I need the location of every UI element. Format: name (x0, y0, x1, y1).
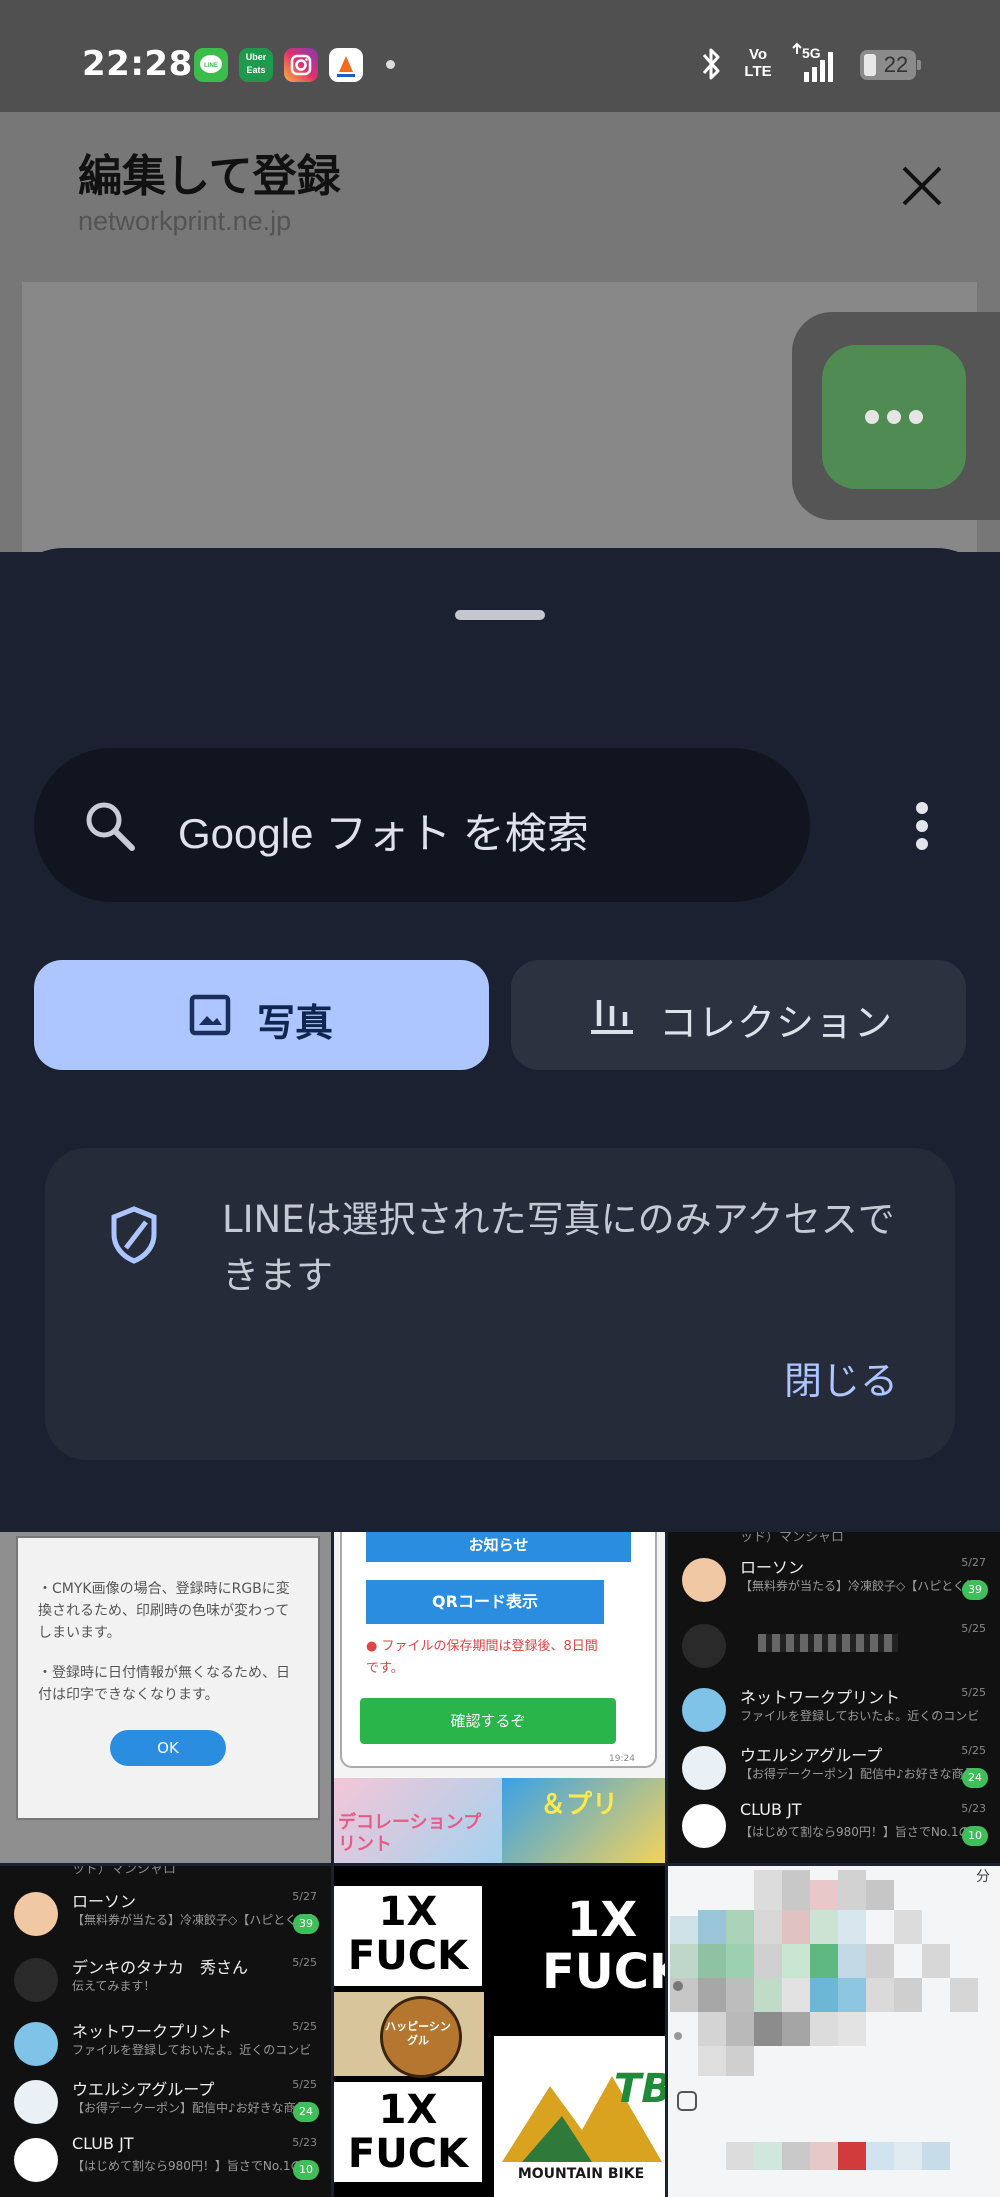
chat-row-redacted: 5/25 (668, 1618, 1000, 1684)
svg-text:5G: 5G (802, 45, 821, 61)
chat-row: ネットワークプリント ファイルを登録しておいたよ。近くのコンビニ（ファミリーマー… (668, 1682, 1000, 1748)
chat-row: ウエルシアグループ 【お得デークーポン】配信中♪お好きな商品1品10%OFF！ … (0, 2074, 331, 2140)
more-vertical-icon[interactable] (900, 800, 944, 860)
status-bar: 22:28 LINE Uber Eats Vo LTE 5G 22 (0, 0, 1000, 112)
sticker-text: 1X FUCK (334, 2082, 482, 2182)
tab-photos[interactable]: 写真 (34, 960, 489, 1070)
photo-thumbnail[interactable]: ・CMYK画像の場合、登録時にRGBに変換されるため、印刷時の色味が変わってしま… (0, 1532, 331, 1863)
sticker-text-white: 1X FUCK (542, 1892, 665, 2000)
chat-row: デンキのタナカ 秀さん 伝えてみます！ 5/25 (0, 1952, 331, 2018)
status-time: 22:28 (82, 44, 193, 84)
shield-icon (106, 1204, 162, 1270)
chat-row: ローソン 【無料券が当たる】冷凍餃子◇【ハピとく祭】対象商品購入で飲料無料...… (0, 1886, 331, 1952)
signal-5g-icon: 5G (790, 42, 850, 90)
close-icon[interactable] (892, 156, 952, 220)
mountain-bike-sticker: TB MOUNTAIN BIKE (494, 2036, 665, 2197)
floating-more-button[interactable] (822, 345, 966, 489)
page-url: networkprint.ne.jp (78, 206, 292, 236)
battery-icon: 22 (860, 50, 921, 80)
photo-thumbnail[interactable]: お知らせ QRコード表示 ● ファイルの保存期間は登録後、8日間です。 確認する… (334, 1532, 665, 1863)
instagram-app-icon (284, 48, 318, 82)
chat-row: CLUB JT 【はじめて割なら980円！】旨さでNo.1のプルーム。特別価格で… (668, 1798, 1000, 1863)
chat-row: CLUB JT 【はじめて割なら980円！】旨さでNo.1のプルーム。特別価格で… (0, 2132, 331, 2197)
kakaku-app-icon (329, 48, 363, 82)
more-notifications-dot (386, 60, 395, 69)
image-icon (189, 994, 231, 1036)
photo-thumbnail[interactable]: ッド）マンシャロ ローソン 【無料券が当たる】冷凍餃子◇【ハピとく祭】対象商品購… (668, 1532, 1000, 1863)
line-app-icon: LINE (194, 48, 228, 82)
close-notice-button[interactable]: 閉じる (784, 1350, 898, 1405)
pixelated-map (670, 1870, 978, 2170)
svg-text:LINE: LINE (204, 63, 218, 69)
netprint-preview: お知らせ QRコード表示 ● ファイルの保存期間は登録後、8日間です。 確認する… (340, 1532, 657, 1768)
sticker-badge: ハッピーシングル (334, 1992, 484, 2078)
search-icon (80, 796, 140, 860)
tab-collections-label: コレクション (659, 1001, 894, 1045)
ubereats-app-icon: Uber Eats (239, 48, 273, 82)
decoration-banner: デコレーションプリント (334, 1778, 502, 1863)
photo-thumbnail[interactable]: 分 (668, 1866, 1000, 2197)
chat-row: ローソン 【無料券が当たる】冷凍餃子◇【ハピとく祭】対象商品購入で飲料無料...… (668, 1552, 1000, 1618)
page-title: 編集して登録 (78, 151, 341, 202)
photo-thumbnail[interactable]: ッド）マンシャロ ローソン 【無料券が当たる】冷凍餃子◇【ハピとく祭】対象商品購… (0, 1866, 331, 2197)
volte-indicator: Vo LTE (744, 46, 772, 80)
chat-row: ネットワークプリント ファイルを登録しておいたよ。近くのコンビニ（ファミリーマー… (0, 2016, 331, 2082)
battery-level: 22 (883, 52, 909, 77)
more-horizontal-icon (865, 410, 923, 424)
chat-row: ウエルシアグループ 【お得デークーポン】配信中♪お好きな商品1品10%OFF！ … (668, 1740, 1000, 1806)
photo-thumbnail[interactable]: 1X FUCK ハッピーシングル 1X FUCK 1X FUCK TB MOUN… (334, 1866, 665, 2197)
search-input[interactable]: Google フォト を検索 (178, 800, 589, 861)
access-notice-text: LINEは選択された写真にのみアクセスできます (222, 1198, 895, 1297)
tab-photos-label: 写真 (257, 1001, 334, 1045)
tab-collections[interactable]: コレクション (511, 960, 966, 1070)
bluetooth-icon (696, 44, 726, 88)
collections-icon (591, 1000, 633, 1034)
puri-banner: ＆プリ (502, 1778, 665, 1863)
sticker-text: 1X FUCK (334, 1886, 482, 1986)
sheet-drag-handle[interactable] (455, 610, 545, 620)
dialog-preview: ・CMYK画像の場合、登録時にRGBに変換されるため、印刷時の色味が変わってしま… (16, 1536, 320, 1820)
